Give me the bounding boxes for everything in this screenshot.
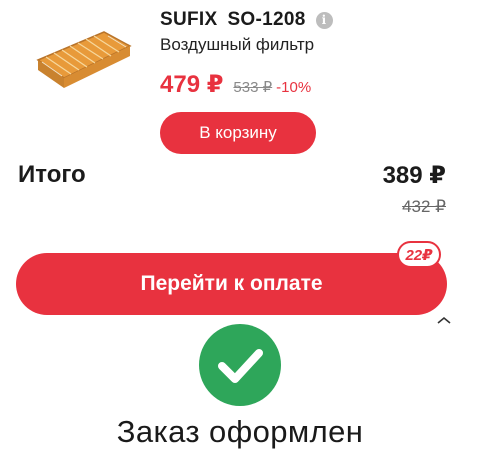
product-name: Воздушный фильтр	[160, 35, 315, 54]
product-image[interactable]	[34, 26, 134, 98]
add-to-cart-button[interactable]: В корзину	[160, 112, 316, 154]
info-icon[interactable]: i	[315, 11, 333, 29]
product-sku: SO-1208	[227, 9, 306, 30]
air-filter-image	[36, 31, 132, 88]
bonus-badge: 22₽	[397, 241, 441, 268]
chevron-up-icon	[437, 316, 451, 324]
checkout-button[interactable]: Перейти к оплате	[16, 253, 447, 315]
total-old-value: 432 ₽	[402, 197, 446, 216]
order-confirmed-message: Заказ оформлен	[116, 414, 364, 449]
product-title[interactable]: SUFIX SO-1208 i	[160, 9, 333, 31]
discount-badge: -10%	[276, 79, 312, 96]
price-row: 479 ₽ 533 ₽ -10%	[160, 70, 311, 99]
product-brand: SUFIX	[160, 9, 218, 30]
total-label: Итого	[18, 161, 86, 188]
check-circle-icon	[199, 324, 281, 406]
price-old: 533 ₽	[233, 79, 273, 96]
total-value: 389 ₽	[382, 162, 446, 189]
price-current: 479 ₽	[160, 71, 224, 98]
